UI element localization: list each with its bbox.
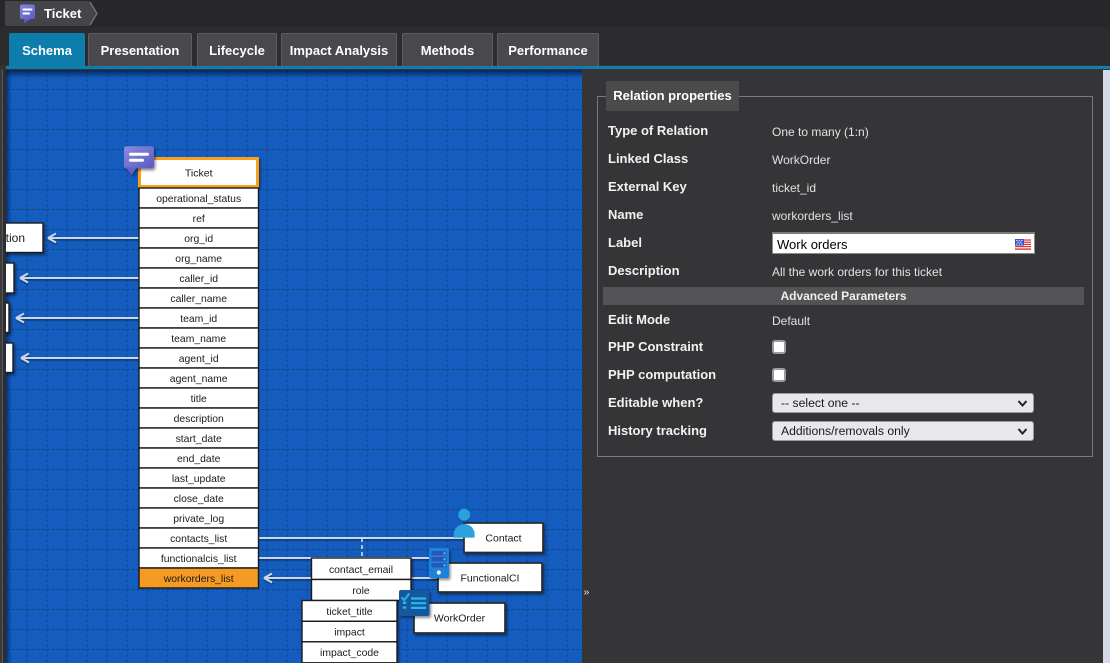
svg-text:caller_name: caller_name	[170, 294, 227, 305]
svg-text:functionalcis_list: functionalcis_list	[161, 554, 237, 565]
svg-text:description: description	[174, 414, 224, 425]
svg-text:end_date: end_date	[177, 454, 221, 465]
svg-text:Contact: Contact	[485, 533, 521, 545]
svg-text:Organization: Organization	[6, 231, 25, 245]
svg-text:WorkOrder: WorkOrder	[434, 613, 486, 625]
svg-text:team_id: team_id	[180, 314, 217, 325]
svg-text:FunctionalCI: FunctionalCI	[461, 573, 520, 585]
svg-text:role: role	[352, 586, 370, 597]
svg-text:contact_email: contact_email	[329, 565, 393, 576]
svg-text:contacts_list: contacts_list	[170, 534, 227, 545]
svg-text:close_date: close_date	[174, 494, 224, 505]
svg-text:title: title	[191, 394, 207, 405]
svg-text:agent_name: agent_name	[170, 374, 228, 385]
svg-text:org_id: org_id	[184, 234, 213, 245]
svg-text:agent_id: agent_id	[179, 354, 219, 365]
svg-text:operational_status: operational_status	[156, 194, 241, 205]
svg-text:ref: ref	[193, 214, 205, 225]
svg-text:Ticket: Ticket	[185, 167, 213, 179]
svg-text:impact: impact	[334, 628, 365, 639]
svg-text:last_update: last_update	[172, 474, 226, 485]
svg-text:workorders_list: workorders_list	[163, 574, 234, 585]
svg-text:ticket_title: ticket_title	[326, 607, 372, 618]
svg-text:org_name: org_name	[175, 254, 222, 265]
svg-text:start_date: start_date	[176, 434, 222, 445]
svg-text:team_name: team_name	[171, 334, 226, 345]
svg-text:caller_id: caller_id	[179, 274, 218, 285]
svg-text:private_log: private_log	[173, 514, 224, 525]
svg-text:impact_code: impact_code	[320, 648, 379, 659]
